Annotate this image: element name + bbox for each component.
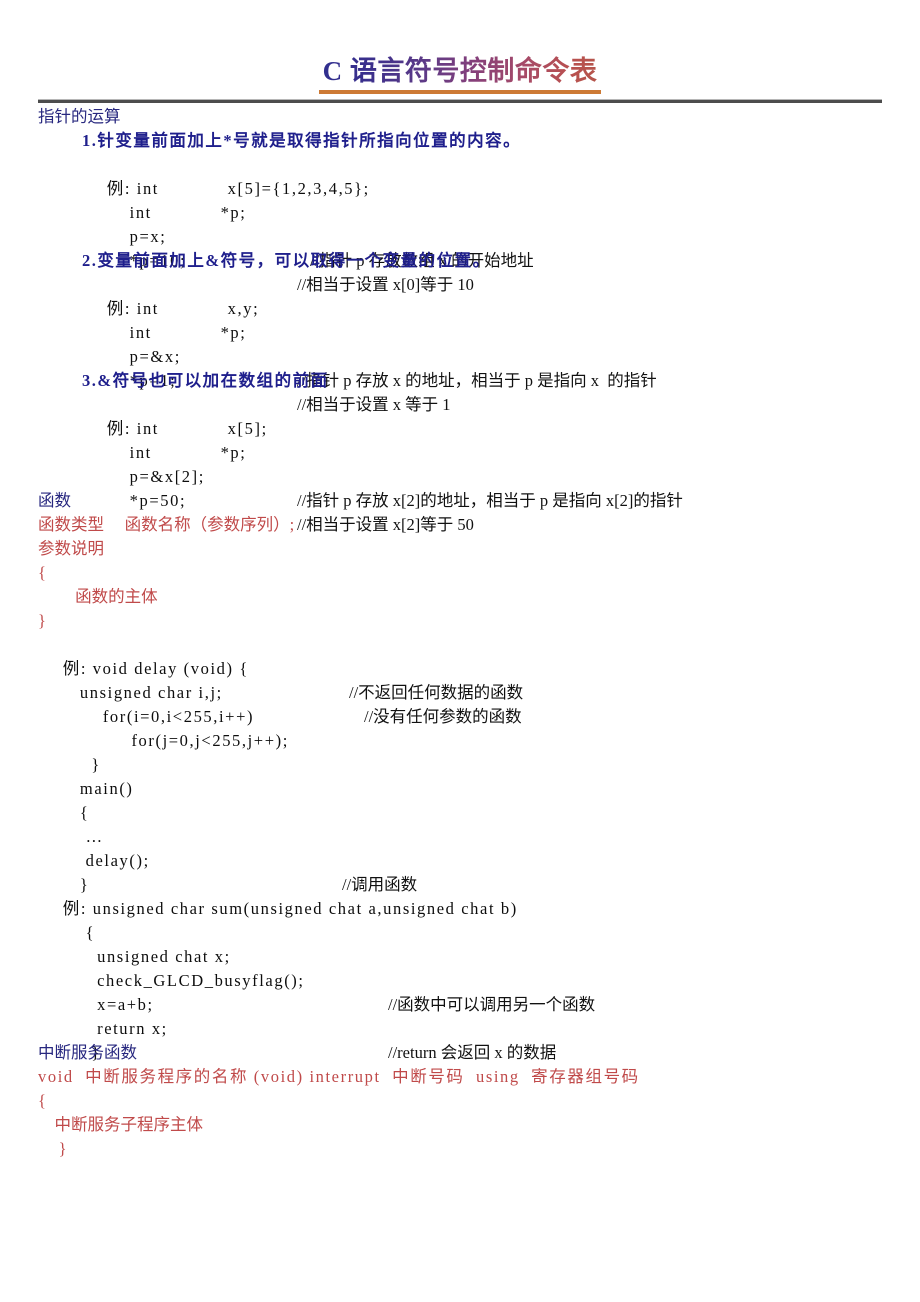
code-line: } <box>0 1017 920 1062</box>
code-line: int *p; <box>0 297 920 342</box>
code-line: { <box>0 897 920 942</box>
code-line: for(i=0,i<255,i++) <box>0 681 920 726</box>
function-template-line: { <box>38 563 46 582</box>
code-line: { <box>0 777 920 822</box>
section-heading-pointer: 指针的运算 <box>38 107 121 126</box>
code-line: return x; //return 会返回 x 的数据 <box>0 993 920 1062</box>
page-title: C 语言符号控制命令表 <box>318 56 602 95</box>
interrupt-brace-open: { <box>38 1091 46 1110</box>
code-line: 例: int x[5]={1,2,3,4,5}; <box>0 153 920 198</box>
code-line: int *p; <box>0 417 920 462</box>
code-line: *p=10; //相当于设置 x[0]等于 10 <box>0 225 920 294</box>
document-content: 指针的运算 1.针变量前面加上*号就是取得指针所指向位置的内容。 例: int … <box>0 105 920 1161</box>
function-template-line: 函数类型 函数名称（参数序列）; <box>38 515 295 534</box>
section-heading-function: 函数 <box>38 491 71 510</box>
pointer-item-2-title: 2.变量前面加上&符号，可以取得一个变量的位置。 <box>82 251 491 270</box>
code-line: unsigned chat x; <box>0 921 920 966</box>
header-divider <box>38 99 882 103</box>
section-heading-interrupt: 中断服务函数 <box>38 1043 137 1062</box>
pointer-item-3-title: 3.&符号也可以加在数组的前面 <box>82 371 329 390</box>
code-line: *p=50; //相当于设置 x[2]等于 50 <box>0 465 920 534</box>
interrupt-brace-close: } <box>38 1139 67 1158</box>
code-line: } <box>0 729 920 774</box>
code-line: p=x; //指针 p 存放数组 x 的开始地址 <box>0 201 920 270</box>
code-line: for(j=0,j<255,j++); <box>0 705 920 750</box>
code-line: 例: int x,y; <box>0 273 920 318</box>
pointer-item-1-title: 1.针变量前面加上*号就是取得指针所指向位置的内容。 <box>82 131 522 150</box>
code-line: p=&x[2]; //指针 p 存放 x[2]的地址，相当于 p 是指向 x[2… <box>0 441 920 510</box>
code-line: check_GLCD_busyflag(); //函数中可以调用另一个函数 <box>0 945 920 1014</box>
document-title-block: C 语言符号控制命令表 <box>0 56 920 95</box>
code-line: int *p; <box>0 177 920 222</box>
interrupt-signature-line: void 中断服务程序的名称 (void) interrupt 中断号码 usi… <box>38 1067 640 1086</box>
document-page: C 语言符号控制命令表 指针的运算 1.针变量前面加上*号就是取得指针所指向位置… <box>0 0 920 1302</box>
code-line: … <box>0 801 920 846</box>
code-line: delay(); //调用函数 <box>0 825 920 894</box>
code-line: 例: int x[5]; <box>0 393 920 438</box>
function-template-line: } <box>38 611 46 630</box>
code-line: } <box>0 849 920 894</box>
code-line: unsigned char i,j; //没有任何参数的函数 <box>0 657 920 726</box>
code-line: main() <box>0 753 920 798</box>
interrupt-body-line: 中断服务子程序主体 <box>38 1115 204 1134</box>
code-line: x=a+b; <box>0 969 920 1014</box>
code-line: 例: void delay (void) { //不返回任何数据的函数 <box>0 633 920 702</box>
function-template-line: 函数的主体 <box>38 587 158 606</box>
code-line: *p=1; //相当于设置 x 等于 1 <box>0 345 920 414</box>
function-template-line: 参数说明 <box>38 539 104 558</box>
code-line: p=&x; //指针 p 存放 x 的地址，相当于 p 是指向 x 的指针 <box>0 321 920 390</box>
code-line: 例: unsigned char sum(unsigned chat a,uns… <box>0 873 920 918</box>
